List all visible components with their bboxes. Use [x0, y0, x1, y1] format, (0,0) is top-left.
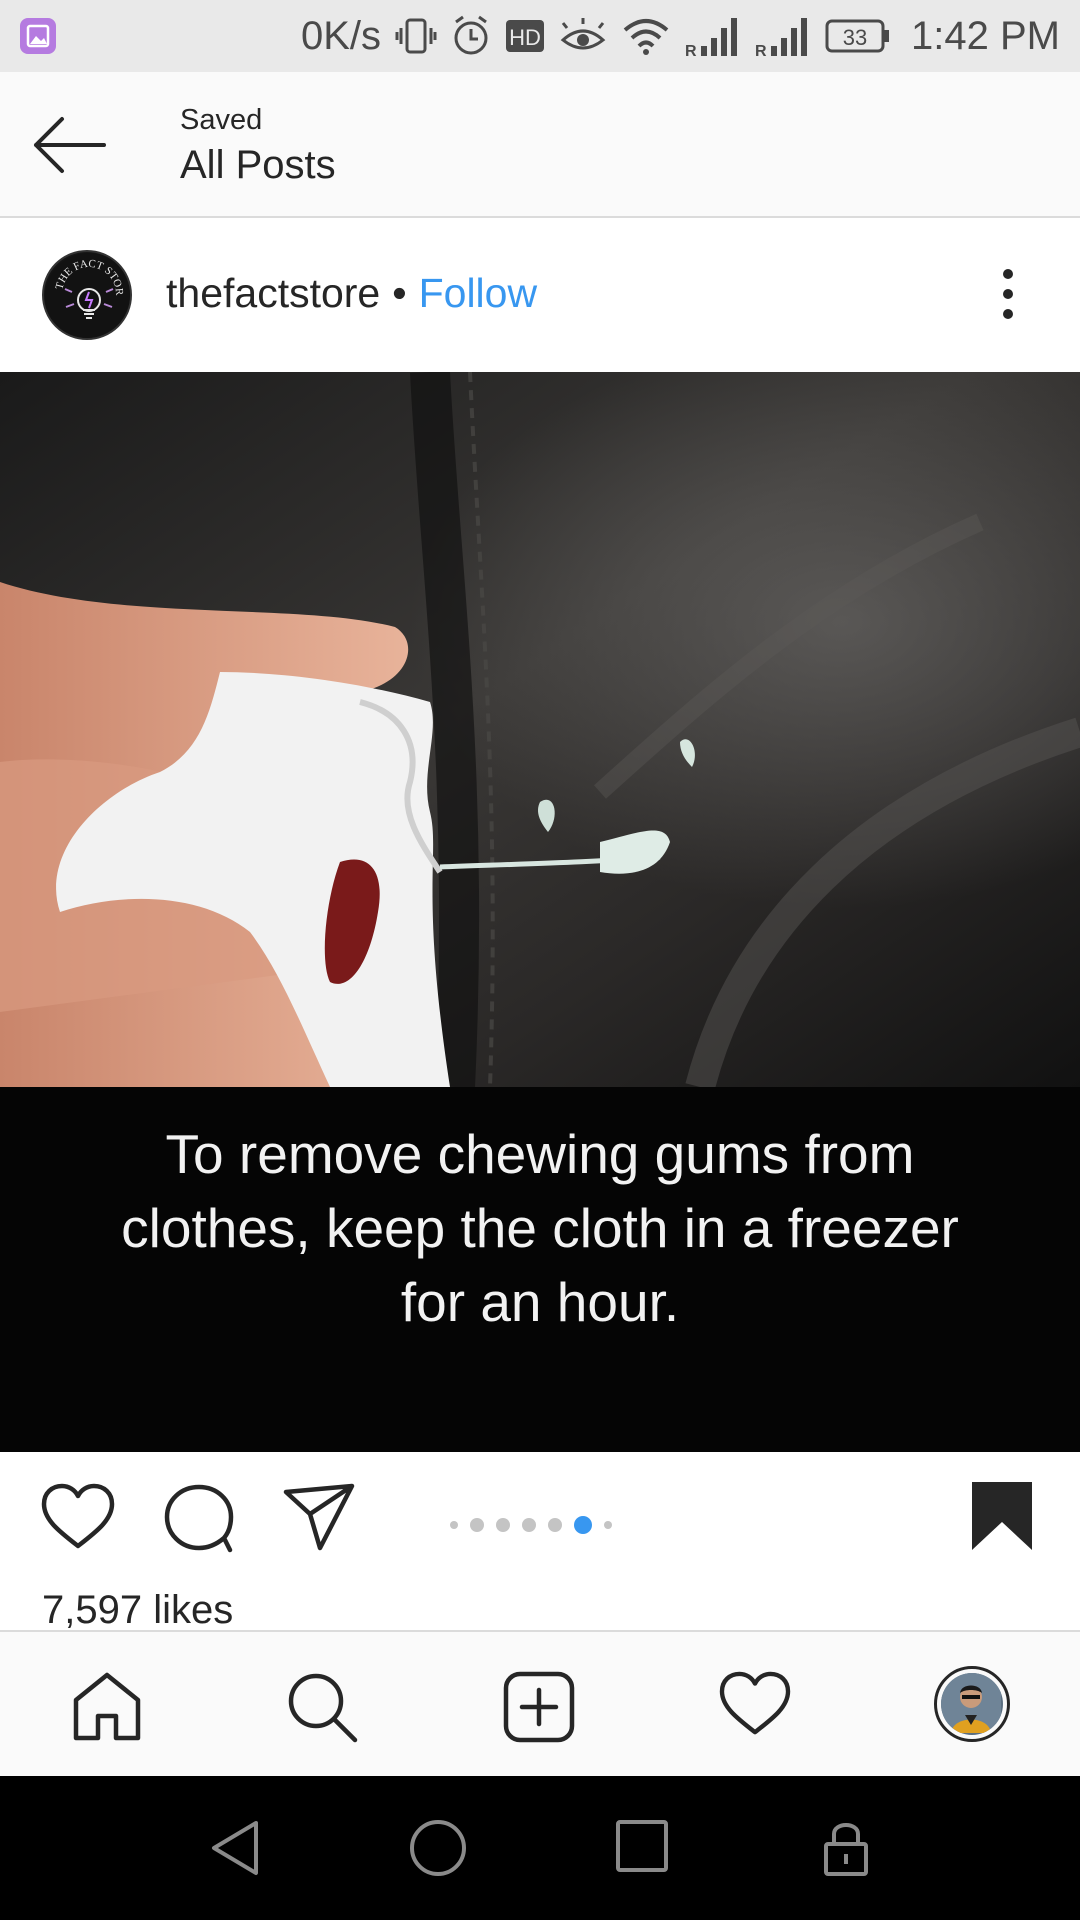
back-button[interactable] — [30, 112, 110, 178]
bottom-nav — [0, 1630, 1080, 1776]
follow-button[interactable]: Follow — [419, 270, 537, 317]
post-actions: 7,597 likes — [0, 1452, 1080, 1632]
post-avatar[interactable]: THE FACT STORE — [42, 250, 132, 340]
carousel-dot — [470, 1518, 484, 1532]
triangle-back-icon — [212, 1821, 258, 1875]
plus-square-icon — [503, 1671, 575, 1743]
paper-plane-icon — [283, 1483, 355, 1551]
battery-level: 33 — [843, 25, 867, 50]
username[interactable]: thefactstore — [166, 270, 380, 317]
share-button[interactable] — [282, 1482, 356, 1557]
system-recents-button[interactable] — [614, 1818, 670, 1879]
arrow-left-icon — [34, 117, 106, 173]
wifi-icon — [621, 16, 671, 56]
system-home-button[interactable] — [408, 1818, 468, 1883]
circle-home-icon — [410, 1820, 466, 1876]
caption-line: clothes, keep the cloth in a freezer — [121, 1197, 959, 1259]
nav-home[interactable] — [70, 1670, 144, 1747]
more-options-button[interactable] — [986, 266, 1030, 327]
comment-button[interactable] — [162, 1482, 236, 1559]
avatar — [941, 1673, 1003, 1735]
heart-icon — [719, 1671, 791, 1735]
carousel-dot-active — [574, 1516, 592, 1534]
nav-search[interactable] — [285, 1670, 359, 1749]
square-recents-icon — [616, 1820, 668, 1872]
caption-line: To remove chewing gums from — [165, 1123, 915, 1185]
carousel-dot — [522, 1518, 536, 1532]
image-caption-area: To remove chewing gums from clothes, kee… — [0, 1087, 1080, 1452]
status-right: 0K/s HD R R 33 1:42 PM — [301, 14, 1060, 59]
search-icon — [288, 1673, 358, 1743]
system-back-button[interactable] — [208, 1818, 262, 1883]
post-image[interactable]: To remove chewing gums from clothes, kee… — [0, 372, 1080, 1452]
signal-2-label: R — [755, 43, 767, 58]
header-titles: Saved All Posts — [180, 104, 336, 188]
carousel-dot — [604, 1521, 612, 1529]
save-button[interactable] — [970, 1480, 1034, 1557]
signal-icon-sim1: R — [685, 14, 741, 58]
status-left — [20, 18, 56, 54]
post-user-line: thefactstore • Follow — [166, 270, 537, 317]
like-button[interactable] — [40, 1482, 116, 1557]
carousel-dot — [548, 1518, 562, 1532]
heart-icon — [41, 1483, 115, 1549]
app-header: Saved All Posts — [0, 72, 1080, 218]
header-subtitle: Saved — [180, 104, 263, 136]
carousel-dot — [496, 1518, 510, 1532]
carousel-dot — [450, 1521, 458, 1529]
alarm-icon — [451, 14, 491, 58]
signal-1-label: R — [685, 43, 697, 58]
more-vertical-icon — [1003, 269, 1013, 319]
caption-line: for an hour. — [400, 1271, 680, 1333]
lock-icon — [824, 1823, 868, 1876]
system-nav-bar — [0, 1776, 1080, 1920]
like-count[interactable]: 7,597 likes — [42, 1588, 233, 1633]
separator-dot: • — [392, 270, 407, 316]
post-header: THE FACT STORE thefactstore • Follow — [0, 220, 1080, 372]
gallery-notification-icon — [20, 18, 56, 54]
system-lock-button[interactable] — [822, 1818, 870, 1883]
nav-activity[interactable] — [718, 1670, 792, 1743]
photo-leather-jacket-gum — [0, 372, 1080, 1087]
bookmark-filled-icon — [972, 1482, 1032, 1550]
status-bar: 0K/s HD R R 33 1:42 PM — [0, 0, 1080, 72]
nav-new-post[interactable] — [502, 1670, 576, 1749]
signal-icon-sim2: R — [755, 14, 811, 58]
eye-comfort-icon — [559, 16, 607, 56]
carousel-indicator — [450, 1516, 612, 1534]
home-icon — [73, 1672, 141, 1741]
vibrate-icon — [395, 14, 437, 58]
screen: 0K/s HD R R 33 1:42 PM Saved All Posts T… — [0, 0, 1080, 1920]
fact-store-logo: THE FACT STORE — [44, 252, 130, 338]
nav-profile-avatar[interactable] — [934, 1666, 1010, 1742]
hd-label: HD — [509, 25, 541, 50]
clock: 1:42 PM — [911, 13, 1060, 58]
page-title: All Posts — [180, 143, 336, 187]
comment-icon — [164, 1484, 234, 1553]
network-speed: 0K/s — [300, 13, 382, 58]
image-caption: To remove chewing gums from clothes, kee… — [40, 1117, 1040, 1339]
profile-photo — [941, 1673, 1001, 1733]
hd-icon: HD — [505, 18, 545, 54]
battery-icon: 33 — [825, 18, 891, 54]
